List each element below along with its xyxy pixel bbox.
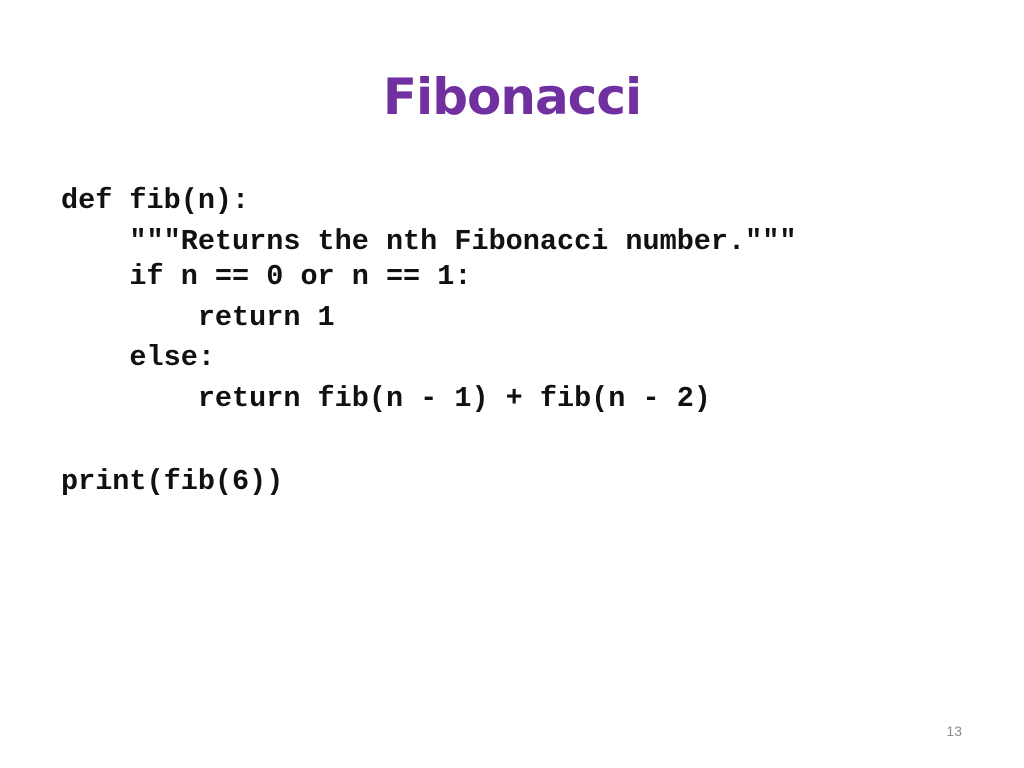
page-number: 13 bbox=[946, 723, 962, 739]
code-line: if n == 0 or n == 1: bbox=[61, 260, 472, 293]
code-line: return fib(n - 1) + fib(n - 2) bbox=[61, 382, 711, 415]
code-line: def fib(n): bbox=[61, 184, 250, 217]
code-line: print(fib(6)) bbox=[61, 465, 284, 498]
code-line: return 1 bbox=[61, 301, 335, 334]
code-line: """Returns the nth Fibonacci number.""" bbox=[61, 225, 797, 258]
slide-title: Fibonacci bbox=[382, 68, 642, 126]
code-line: else: bbox=[61, 341, 215, 374]
